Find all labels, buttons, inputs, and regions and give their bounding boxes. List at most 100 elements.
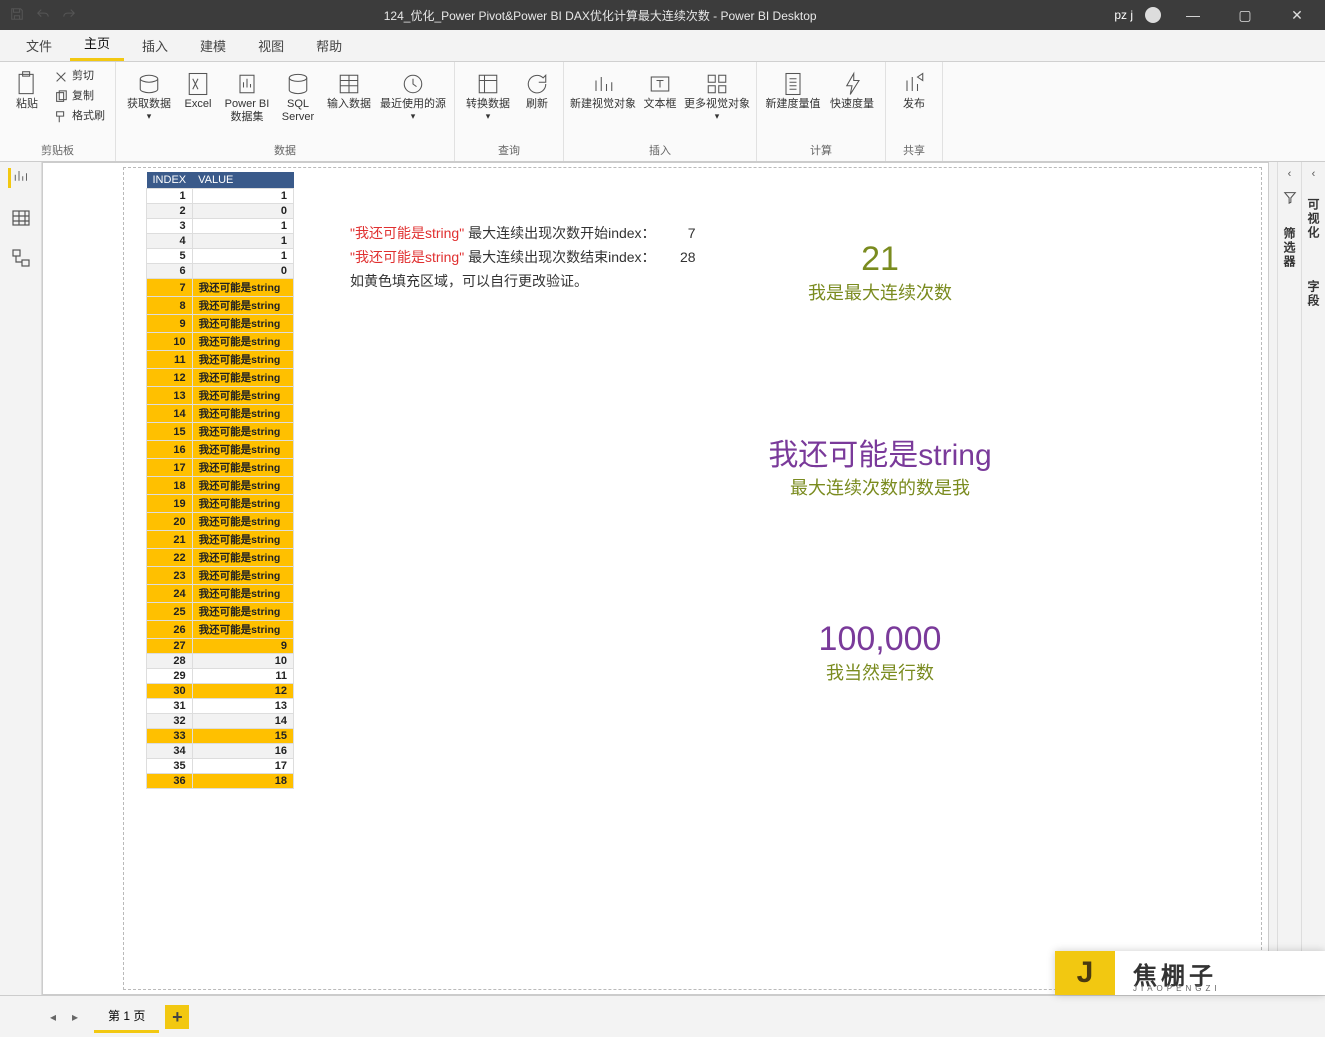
- new-measure-button[interactable]: 新建度量值: [763, 66, 823, 111]
- table-row[interactable]: 19我还可能是string: [147, 495, 294, 513]
- table-row[interactable]: 7我还可能是string: [147, 279, 294, 297]
- sql-server-button[interactable]: SQL Server: [276, 66, 320, 124]
- table-row[interactable]: 11: [147, 189, 294, 204]
- card-string-value[interactable]: 我还可能是string 最大连续次数的数是我: [720, 430, 1040, 500]
- close-button[interactable]: ✕: [1277, 7, 1317, 24]
- cut-button[interactable]: 剪切: [50, 68, 109, 86]
- quick-measure-button[interactable]: 快速度量: [825, 66, 879, 111]
- notes-textbox[interactable]: "我还可能是string" 最大连续出现次数开始index：7 "我还可能是st…: [350, 222, 770, 293]
- model-view-icon[interactable]: [11, 248, 31, 268]
- table-row[interactable]: 2911: [147, 669, 294, 684]
- group-label-calc: 计算: [763, 142, 879, 160]
- more-visuals-button[interactable]: 更多视觉对象▾: [684, 66, 750, 122]
- table-row[interactable]: 26我还可能是string: [147, 621, 294, 639]
- table-row[interactable]: 14我还可能是string: [147, 405, 294, 423]
- textbox-button[interactable]: 文本框: [638, 66, 682, 111]
- enter-data-button[interactable]: 输入数据: [322, 66, 376, 111]
- publish-button[interactable]: 发布: [892, 66, 936, 111]
- add-page-button[interactable]: +: [165, 1005, 189, 1029]
- table-row[interactable]: 41: [147, 234, 294, 249]
- right-panes: ‹ 筛选器 ‹ 可视化 字段: [1277, 162, 1325, 995]
- group-label-query: 查询: [461, 142, 557, 160]
- page-tab-1[interactable]: 第 1 页: [94, 1001, 159, 1033]
- table-row[interactable]: 3214: [147, 714, 294, 729]
- group-label-clipboard: 剪贴板: [6, 142, 109, 160]
- recent-sources-button[interactable]: 最近使用的源▾: [378, 66, 448, 122]
- get-data-button[interactable]: 获取数据▾: [122, 66, 176, 122]
- table-row[interactable]: 25我还可能是string: [147, 603, 294, 621]
- tab-home[interactable]: 主页: [70, 27, 124, 61]
- table-row[interactable]: 31: [147, 219, 294, 234]
- table-row[interactable]: 16我还可能是string: [147, 441, 294, 459]
- avatar[interactable]: [1145, 7, 1161, 23]
- table-row[interactable]: 3012: [147, 684, 294, 699]
- col-header-value[interactable]: VALUE: [192, 172, 293, 189]
- redo-icon[interactable]: [62, 7, 76, 24]
- group-share: 发布 共享: [886, 62, 943, 161]
- tab-view[interactable]: 视图: [244, 30, 298, 61]
- minimize-button[interactable]: —: [1173, 7, 1213, 23]
- excel-button[interactable]: Excel: [178, 66, 218, 111]
- ribbon: 粘贴 剪切 复制 格式刷 剪贴板 获取数据▾ Excel Power BI 数据…: [0, 62, 1325, 162]
- table-row[interactable]: 17我还可能是string: [147, 459, 294, 477]
- group-calc: 新建度量值 快速度量 计算: [757, 62, 886, 161]
- maximize-button[interactable]: ▢: [1225, 7, 1265, 24]
- table-row[interactable]: 20: [147, 204, 294, 219]
- col-header-index[interactable]: INDEX: [147, 172, 193, 189]
- group-label-data: 数据: [122, 142, 448, 160]
- pane-visualizations[interactable]: ‹ 可视化 字段: [1301, 162, 1325, 995]
- save-icon[interactable]: [10, 7, 24, 24]
- table-row[interactable]: 3416: [147, 744, 294, 759]
- card-row-count[interactable]: 100,000 我当然是行数: [760, 620, 1000, 685]
- table-row[interactable]: 51: [147, 249, 294, 264]
- table-row[interactable]: 3618: [147, 774, 294, 789]
- table-row[interactable]: 279: [147, 639, 294, 654]
- table-row[interactable]: 10我还可能是string: [147, 333, 294, 351]
- table-row[interactable]: 21我还可能是string: [147, 531, 294, 549]
- chevron-left-icon: ‹: [1312, 168, 1316, 180]
- table-row[interactable]: 13我还可能是string: [147, 387, 294, 405]
- transform-data-button[interactable]: 转换数据▾: [461, 66, 515, 122]
- card-max-consecutive[interactable]: 21 我是最大连续次数: [770, 240, 990, 305]
- tab-file[interactable]: 文件: [12, 30, 66, 61]
- paste-button[interactable]: 粘贴: [6, 66, 48, 111]
- table-row[interactable]: 23我还可能是string: [147, 567, 294, 585]
- copy-button[interactable]: 复制: [50, 88, 109, 106]
- new-visual-button[interactable]: 新建视觉对象: [570, 66, 636, 111]
- table-row[interactable]: 2810: [147, 654, 294, 669]
- table-row[interactable]: 3315: [147, 729, 294, 744]
- watermark-logo: J 焦棚子 JIAOPENGZI: [1055, 951, 1325, 995]
- table-row[interactable]: 3517: [147, 759, 294, 774]
- page-scroll-left[interactable]: ◂: [50, 1010, 66, 1024]
- table-visual[interactable]: INDEX VALUE 1120314151607我还可能是string8我还可…: [146, 172, 294, 789]
- table-row[interactable]: 9我还可能是string: [147, 315, 294, 333]
- view-switcher: [0, 162, 42, 995]
- group-label-insert: 插入: [570, 142, 750, 160]
- table-row[interactable]: 22我还可能是string: [147, 549, 294, 567]
- table-row[interactable]: 3113: [147, 699, 294, 714]
- table-row[interactable]: 11我还可能是string: [147, 351, 294, 369]
- format-painter-button[interactable]: 格式刷: [50, 108, 109, 126]
- undo-icon[interactable]: [36, 7, 50, 24]
- table-row[interactable]: 15我还可能是string: [147, 423, 294, 441]
- refresh-button[interactable]: 刷新: [517, 66, 557, 111]
- tab-help[interactable]: 帮助: [302, 30, 356, 61]
- table-row[interactable]: 8我还可能是string: [147, 297, 294, 315]
- titlebar: 124_优化_Power Pivot&Power BI DAX优化计算最大连续次…: [0, 0, 1325, 30]
- pbi-dataset-button[interactable]: Power BI 数据集: [220, 66, 274, 124]
- table-row[interactable]: 20我还可能是string: [147, 513, 294, 531]
- table-row[interactable]: 12我还可能是string: [147, 369, 294, 387]
- group-label-share: 共享: [892, 142, 936, 160]
- data-view-icon[interactable]: [11, 208, 31, 228]
- tab-insert[interactable]: 插入: [128, 30, 182, 61]
- page-scroll-right[interactable]: ▸: [72, 1010, 88, 1024]
- table-row[interactable]: 24我还可能是string: [147, 585, 294, 603]
- report-view-icon[interactable]: [8, 168, 28, 188]
- tab-model[interactable]: 建模: [186, 30, 240, 61]
- user-name[interactable]: pz j: [1114, 8, 1133, 22]
- table-row[interactable]: 18我还可能是string: [147, 477, 294, 495]
- group-data: 获取数据▾ Excel Power BI 数据集 SQL Server 输入数据…: [116, 62, 455, 161]
- pane-filters[interactable]: ‹ 筛选器: [1277, 162, 1301, 995]
- table-row[interactable]: 60: [147, 264, 294, 279]
- page-tabs-footer: ◂ ▸ 第 1 页 +: [0, 995, 1325, 1037]
